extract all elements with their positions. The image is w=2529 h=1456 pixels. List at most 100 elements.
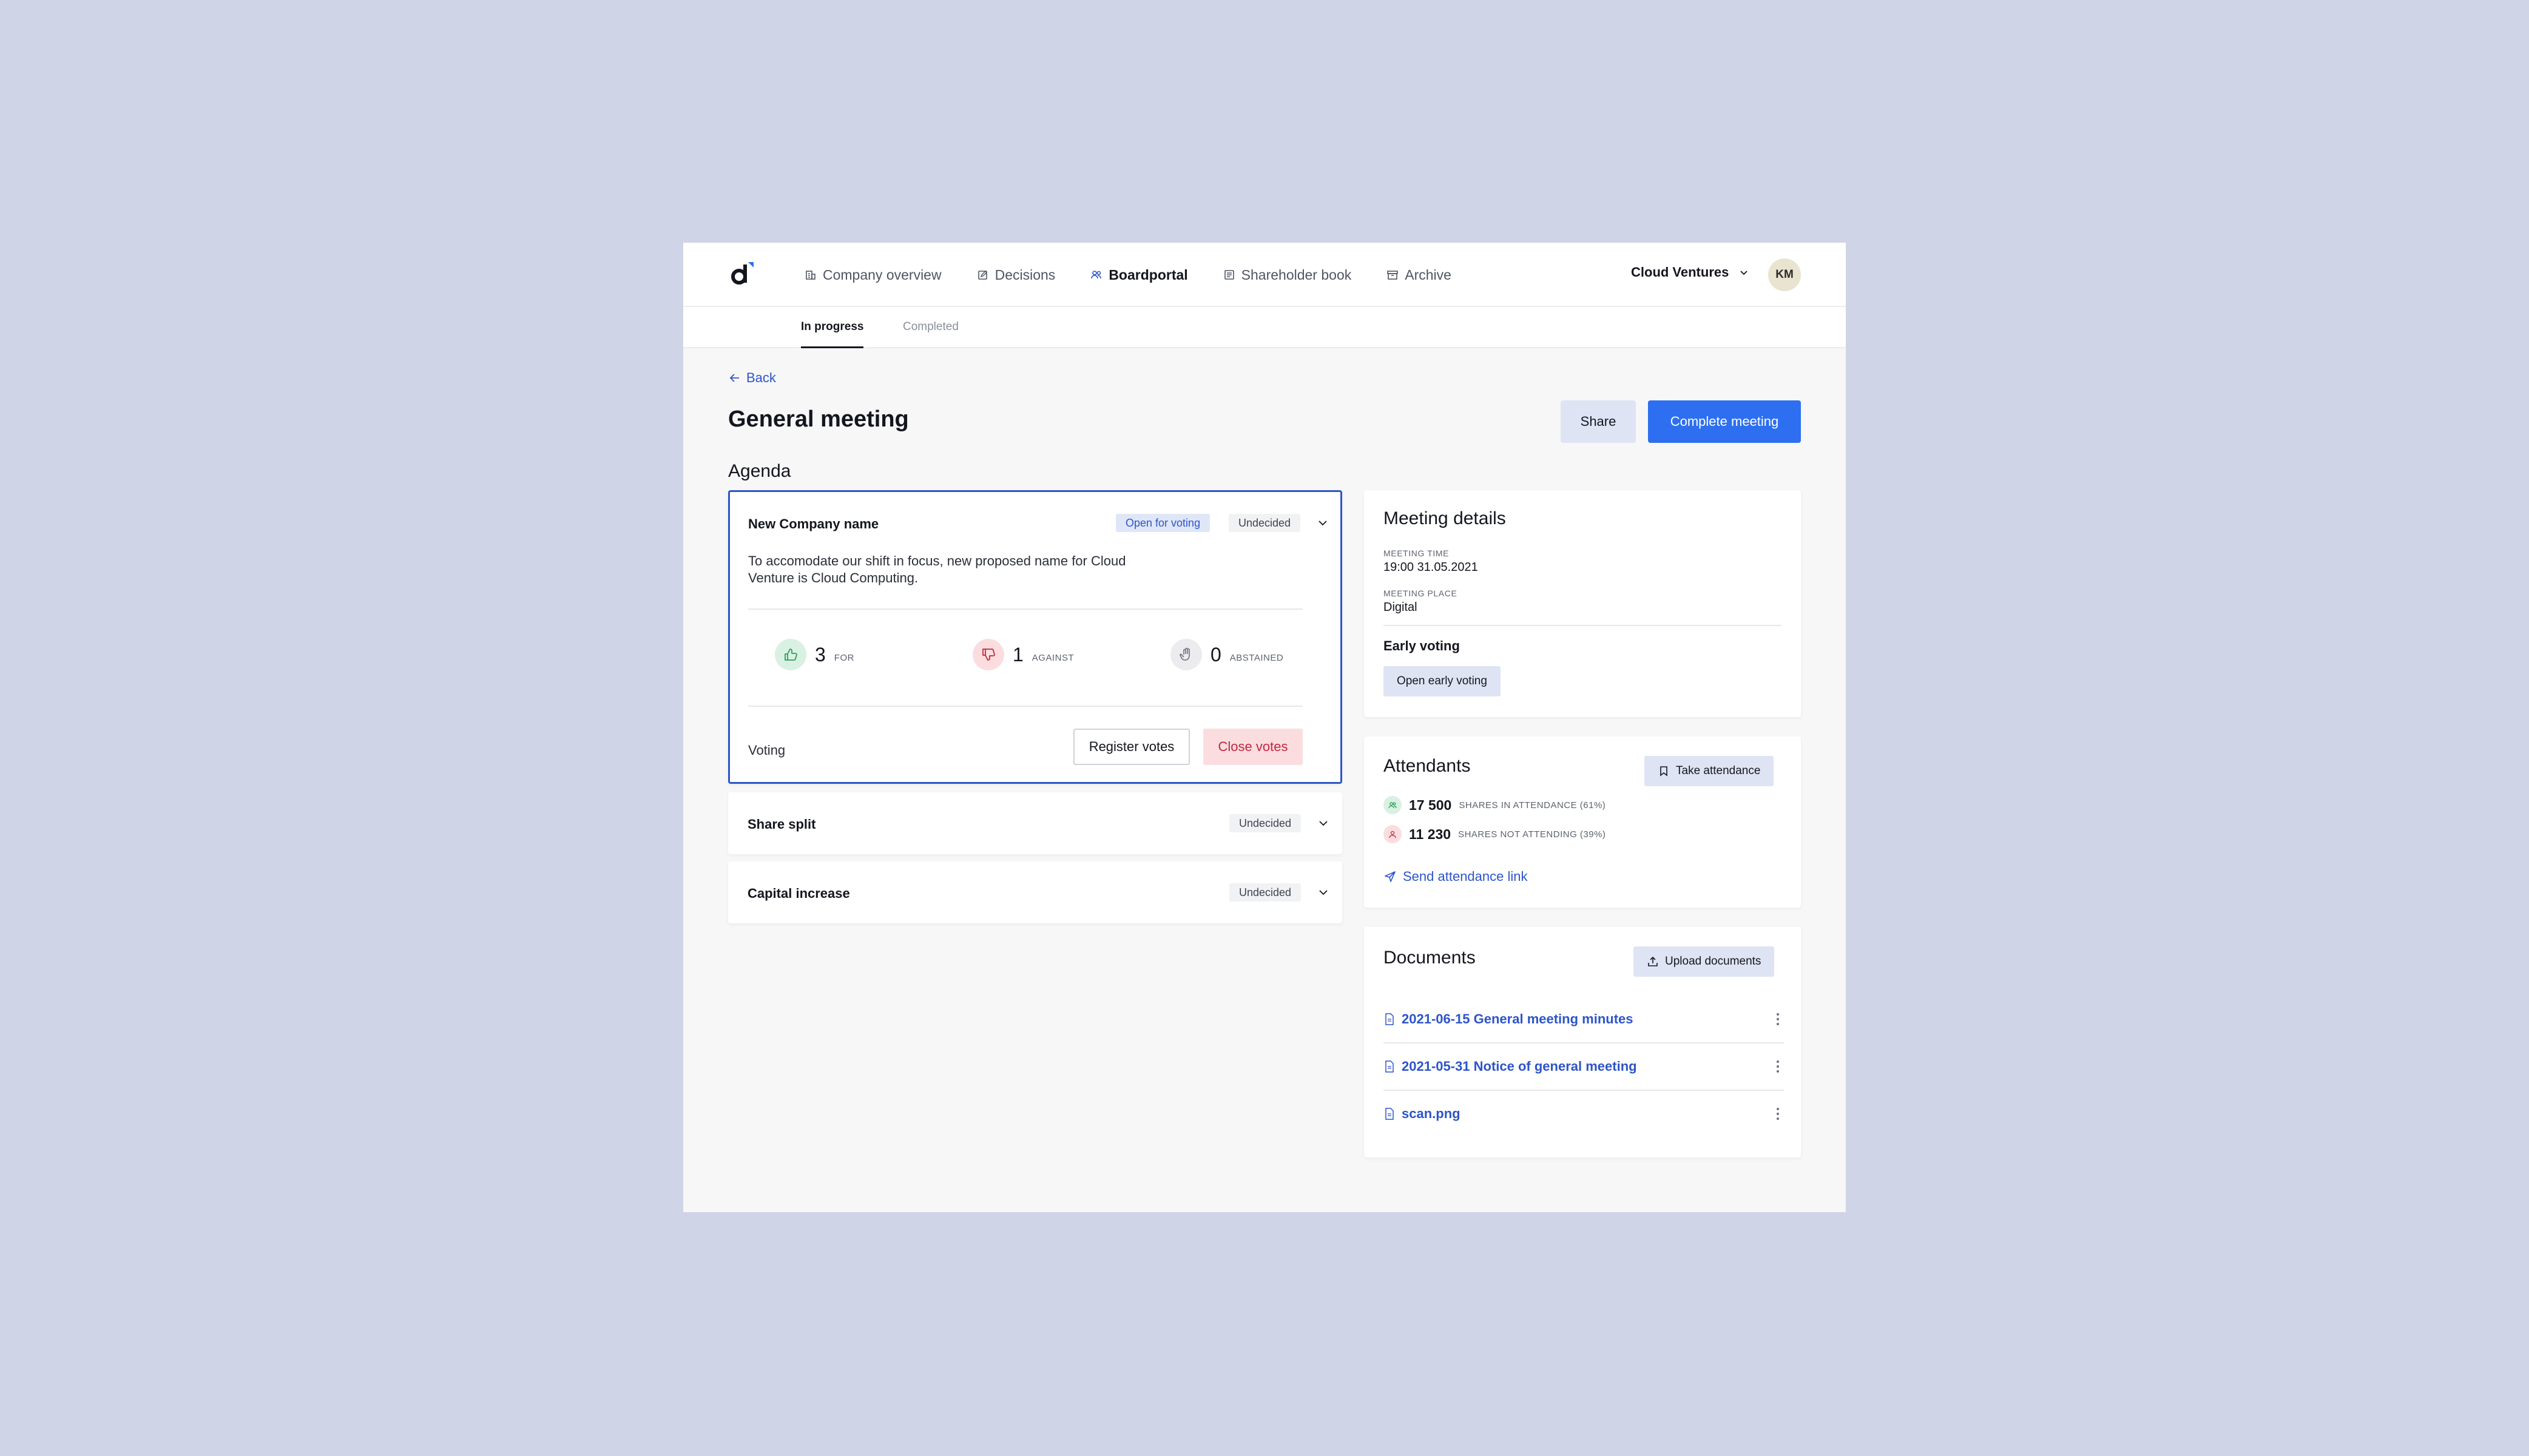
vote-against: 1 AGAINST — [973, 639, 1074, 670]
close-votes-button[interactable]: Close votes — [1203, 729, 1303, 765]
edit-icon — [977, 271, 987, 280]
nav-label: Archive — [1405, 266, 1451, 283]
tab-in-progress[interactable]: In progress — [801, 307, 864, 348]
book-icon — [1224, 270, 1234, 280]
register-votes-button[interactable]: Register votes — [1073, 729, 1190, 765]
company-switcher[interactable]: Cloud Ventures — [1631, 265, 1749, 280]
agenda-item-title: Capital increase — [748, 886, 850, 901]
take-attendance-button[interactable]: Take attendance — [1644, 756, 1774, 786]
share-button[interactable]: Share — [1561, 400, 1636, 443]
vote-abstained: 0 ABSTAINED — [1170, 639, 1283, 670]
meeting-place-value: Digital — [1383, 601, 1417, 614]
status-badge: Undecided — [1229, 814, 1302, 832]
page-title: General meeting — [728, 406, 909, 432]
agenda-item-description: To accomodate our shift in focus, new pr… — [748, 553, 1126, 585]
send-icon — [1385, 871, 1396, 882]
tab-completed[interactable]: Completed — [903, 307, 959, 347]
app-window: Company overview Decisions Boardportal S… — [683, 243, 1846, 1212]
meeting-details-title: Meeting details — [1383, 508, 1506, 528]
user-x-icon — [1383, 825, 1402, 843]
bookmark-icon — [1660, 766, 1667, 777]
meeting-details-card: Meeting details MEETING TIME 19:00 31.05… — [1364, 490, 1801, 717]
nav-item-decisions[interactable]: Decisions — [977, 267, 1055, 283]
users-icon — [1091, 271, 1102, 279]
nav-item-shareholder-book[interactable]: Shareholder book — [1223, 266, 1352, 283]
status-badge-open: Open for voting — [1116, 514, 1210, 532]
complete-meeting-button[interactable]: Complete meeting — [1648, 400, 1801, 443]
vote-for: 3 FOR — [775, 639, 854, 670]
attending-count: 17 500 — [1409, 797, 1452, 813]
hand-icon — [1170, 639, 1202, 670]
document-link[interactable]: 2021-06-15 General meeting minutes — [1383, 1011, 1633, 1027]
agenda-heading: Agenda — [728, 461, 791, 481]
meeting-time-value: 19:00 31.05.2021 — [1383, 561, 1478, 574]
main-nav: Company overview Decisions Boardportal S… — [805, 243, 1451, 307]
documents-card: Documents Upload documents 2021-06-15 Ge… — [1364, 927, 1801, 1158]
open-early-voting-button[interactable]: Open early voting — [1383, 666, 1501, 696]
not-attending-label: SHARES NOT ATTENDING (39%) — [1458, 829, 1606, 840]
vote-abstained-count: 0 — [1210, 643, 1221, 666]
more-options-icon[interactable] — [1772, 1105, 1784, 1123]
avatar[interactable]: KM — [1768, 258, 1801, 291]
building-icon — [806, 271, 815, 280]
upload-documents-label: Upload documents — [1665, 955, 1761, 968]
thumbs-up-icon — [775, 639, 806, 670]
send-attendance-label: Send attendance link — [1403, 869, 1528, 884]
agenda-item-capital-increase[interactable]: Capital increase Undecided — [728, 861, 1342, 923]
not-attending-row: 11 230 SHARES NOT ATTENDING (39%) — [1383, 825, 1606, 843]
attending-label: SHARES IN ATTENDANCE (61%) — [1459, 800, 1606, 811]
early-voting-title: Early voting — [1383, 638, 1460, 653]
arrow-left-icon — [729, 374, 739, 382]
chevron-down-icon[interactable] — [1317, 886, 1330, 899]
agenda-item-title: Share split — [748, 817, 816, 832]
documents-title: Documents — [1383, 948, 1476, 968]
send-attendance-link[interactable]: Send attendance link — [1383, 869, 1528, 885]
more-options-icon[interactable] — [1772, 1057, 1784, 1076]
sub-navigation: In progress Completed — [683, 307, 1846, 348]
upload-icon — [1648, 956, 1658, 966]
thumbs-down-icon — [973, 639, 1004, 670]
document-row: 2021-06-15 General meeting minutes — [1383, 996, 1784, 1042]
nav-label: Boardportal — [1109, 266, 1188, 283]
not-attending-count: 11 230 — [1409, 826, 1451, 842]
status-badge: Undecided — [1229, 883, 1302, 902]
status-badge: Undecided — [1229, 514, 1301, 532]
agenda-item-share-split[interactable]: Share split Undecided — [728, 792, 1342, 854]
vote-against-label: AGAINST — [1032, 652, 1075, 663]
agenda-item-title: New Company name — [748, 516, 879, 531]
back-label: Back — [746, 370, 776, 385]
document-name: scan.png — [1402, 1106, 1460, 1121]
vote-abstained-label: ABSTAINED — [1229, 652, 1284, 663]
company-logo[interactable] — [728, 260, 757, 289]
nav-label: Shareholder book — [1241, 266, 1352, 283]
voting-label: Voting — [748, 743, 786, 758]
chevron-down-icon[interactable] — [1317, 817, 1330, 830]
back-link[interactable]: Back — [728, 370, 776, 386]
upload-documents-button[interactable]: Upload documents — [1633, 946, 1775, 977]
more-options-icon[interactable] — [1772, 1010, 1784, 1028]
company-name: Cloud Ventures — [1631, 265, 1729, 280]
document-link[interactable]: 2021-05-31 Notice of general meeting — [1383, 1059, 1637, 1074]
attending-row: 17 500 SHARES IN ATTENDANCE (61%) — [1383, 796, 1606, 814]
chevron-up-icon[interactable] — [1316, 516, 1329, 530]
chevron-down-icon — [1740, 271, 1747, 275]
meeting-time-label: MEETING TIME — [1383, 548, 1450, 558]
document-link[interactable]: scan.png — [1383, 1106, 1460, 1122]
file-icon — [1385, 1013, 1394, 1025]
top-navigation: Company overview Decisions Boardportal S… — [683, 243, 1846, 307]
nav-item-company-overview[interactable]: Company overview — [805, 267, 942, 283]
archive-icon — [1387, 271, 1399, 280]
file-icon — [1385, 1060, 1394, 1073]
document-row: scan.png — [1383, 1091, 1784, 1137]
attendants-title: Attendants — [1383, 756, 1471, 776]
meeting-place-label: MEETING PLACE — [1383, 588, 1457, 598]
file-icon — [1385, 1108, 1394, 1120]
vote-for-label: FOR — [834, 652, 854, 663]
nav-label: Company overview — [823, 266, 942, 283]
divider — [748, 608, 1303, 610]
nav-item-archive[interactable]: Archive — [1386, 267, 1451, 283]
document-row: 2021-05-31 Notice of general meeting — [1383, 1043, 1784, 1090]
users-icon — [1383, 796, 1402, 814]
agenda-item-new-company-name: New Company name Open for voting Undecid… — [728, 490, 1342, 784]
nav-item-boardportal[interactable]: Boardportal — [1090, 266, 1188, 283]
